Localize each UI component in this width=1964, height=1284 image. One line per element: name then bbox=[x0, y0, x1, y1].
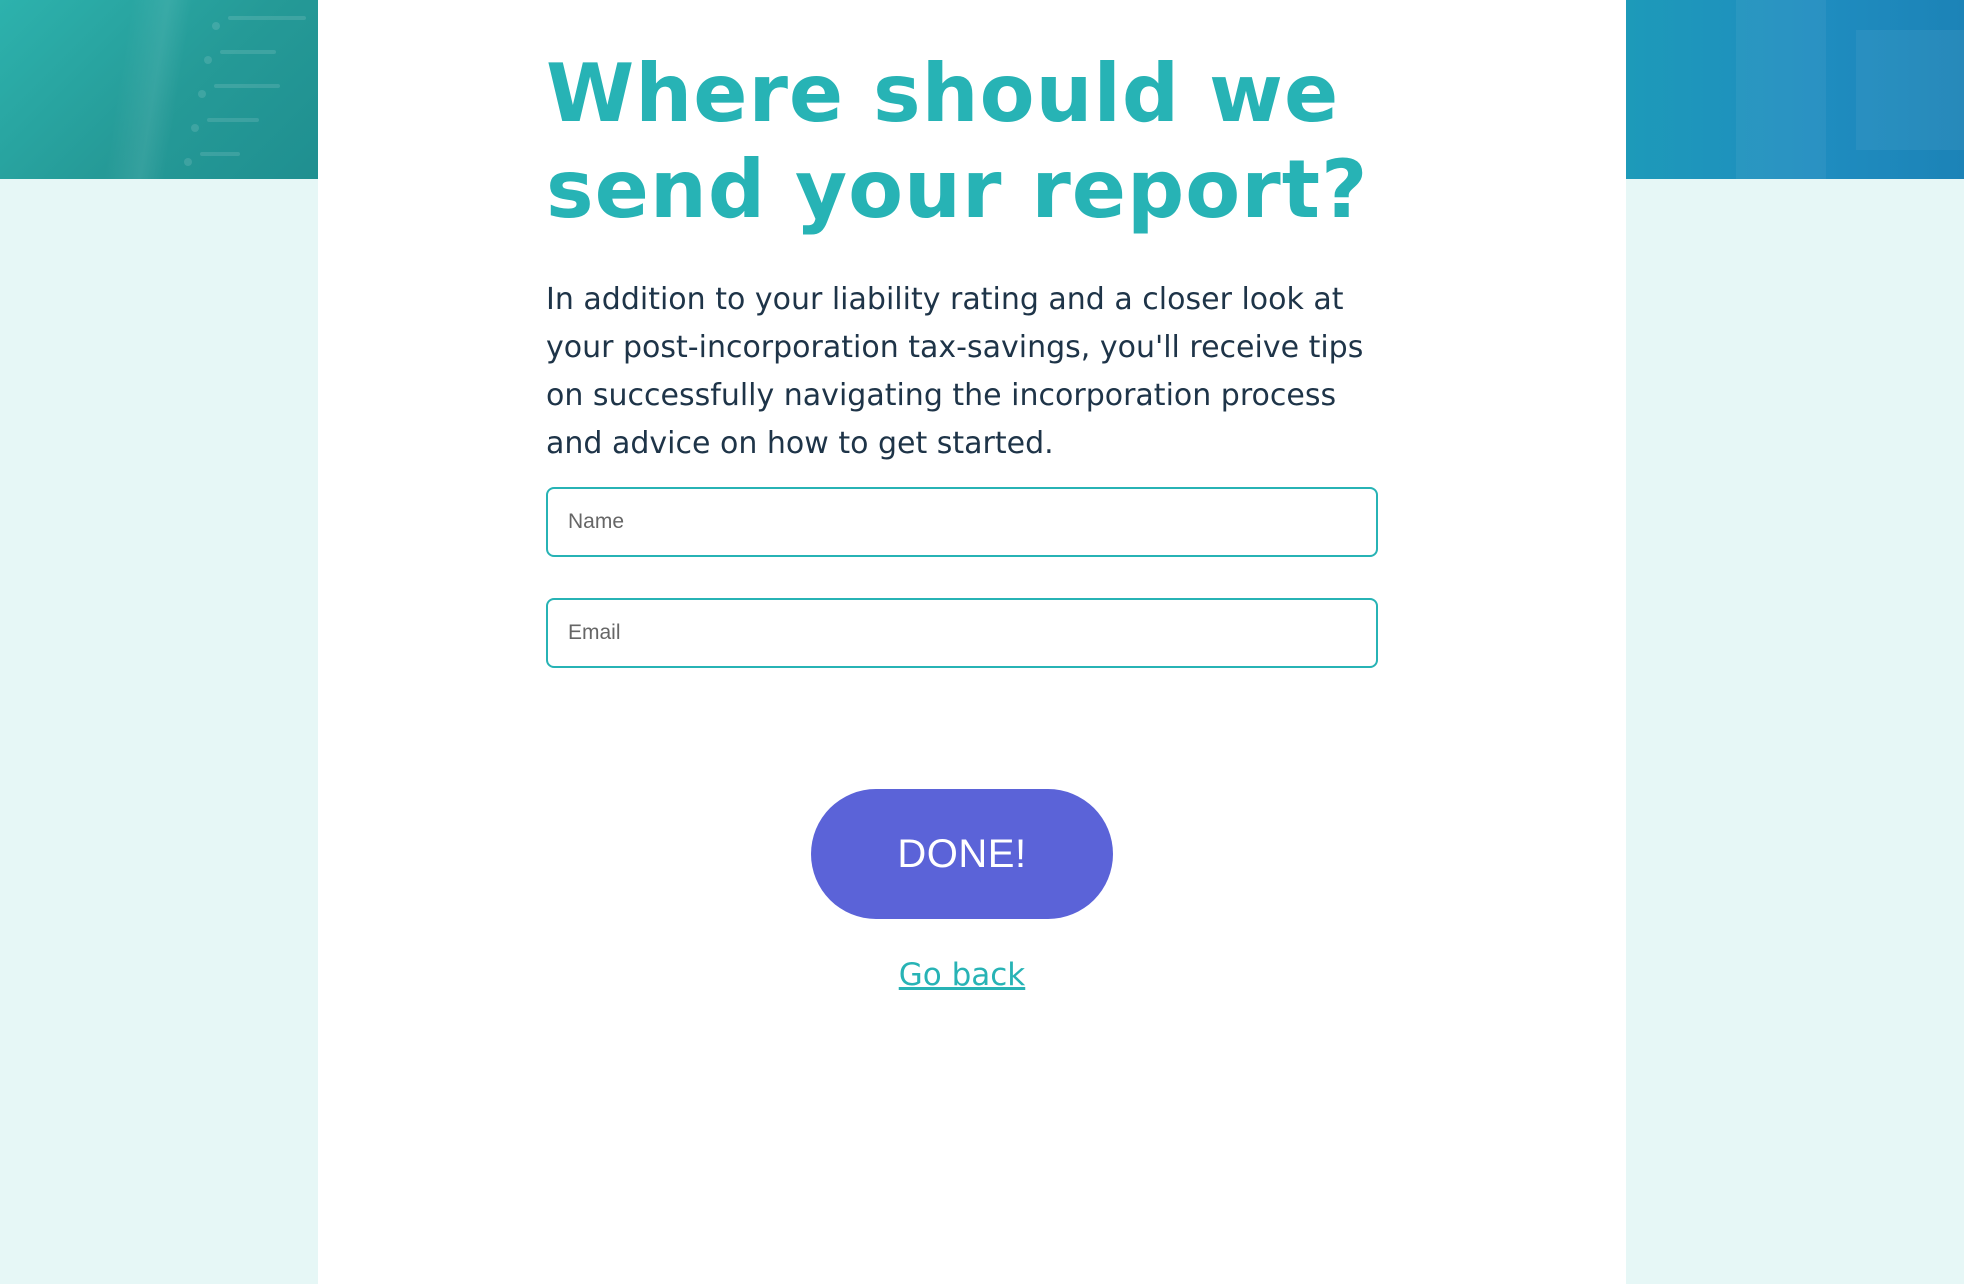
banner-decoration bbox=[102, 0, 194, 179]
banner-decoration bbox=[200, 152, 240, 156]
banner-decoration bbox=[191, 124, 199, 132]
banner-decoration bbox=[212, 22, 220, 30]
banner-decoration bbox=[184, 158, 192, 166]
banner-decoration bbox=[207, 118, 259, 122]
done-button[interactable]: DONE! bbox=[811, 789, 1113, 919]
banner-decoration bbox=[1736, 0, 1826, 179]
banner-decoration bbox=[220, 50, 276, 54]
header-banner-image-right bbox=[1626, 0, 1964, 179]
go-back-link[interactable]: Go back bbox=[546, 951, 1378, 999]
banner-decoration bbox=[198, 90, 206, 98]
banner-decoration bbox=[204, 56, 212, 64]
page-title: Where should we send your report? bbox=[546, 47, 1369, 236]
email-input[interactable] bbox=[546, 598, 1378, 668]
header-banner-image-left bbox=[0, 0, 320, 179]
banner-decoration bbox=[214, 84, 280, 88]
form-card: Where should we send your report? In add… bbox=[318, 0, 1626, 1284]
banner-decoration bbox=[1856, 30, 1964, 150]
name-input[interactable] bbox=[546, 487, 1378, 557]
intro-description: In addition to your liability rating and… bbox=[546, 282, 1364, 461]
banner-decoration bbox=[228, 16, 306, 20]
